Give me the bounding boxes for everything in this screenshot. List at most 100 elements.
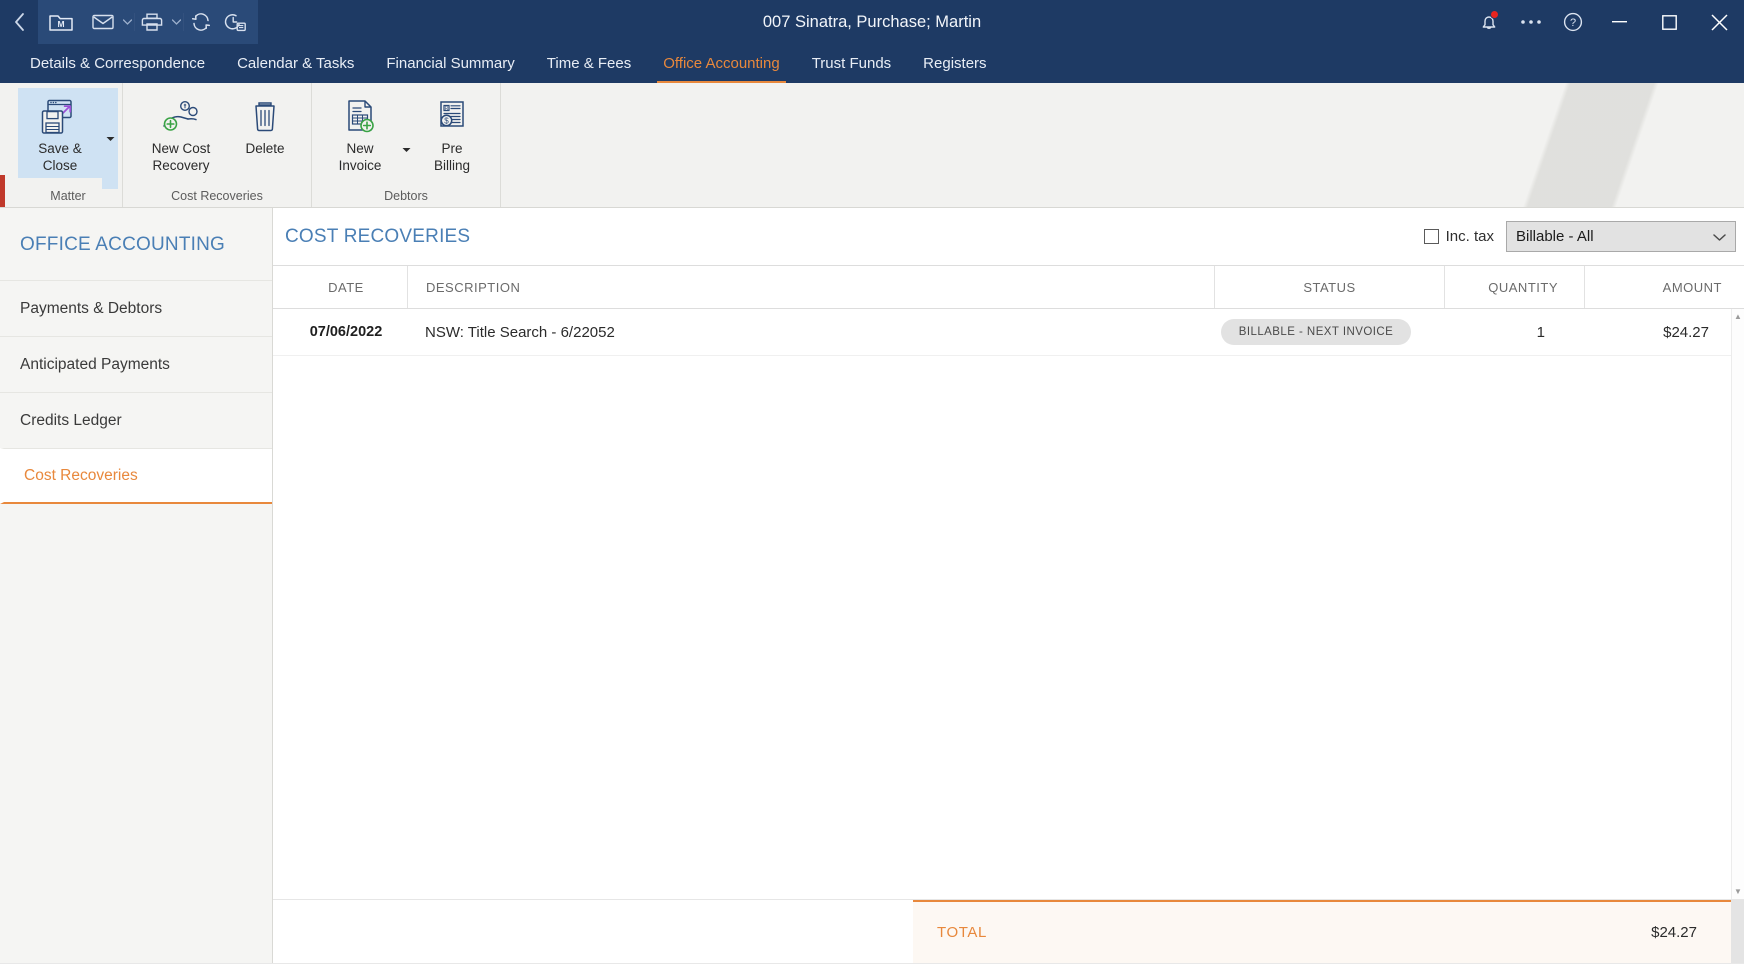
sidebar: OFFICE ACCOUNTING Payments & Debtors Ant… (0, 208, 273, 963)
sidebar-item-label: Payments & Debtors (20, 299, 163, 317)
bell-icon[interactable] (1468, 0, 1510, 44)
cell-amount: $24.27 (1663, 323, 1709, 341)
pre-billing-label-line1: Pre (441, 141, 463, 156)
sidebar-item-credits-ledger[interactable]: Credits Ledger (0, 392, 272, 448)
tab-details-correspondence[interactable]: Details & Correspondence (14, 44, 221, 83)
scroll-down-arrow-icon[interactable]: ▼ (1734, 887, 1742, 896)
title-bar-icon-bar (84, 0, 258, 44)
footer-scroll-rail (1731, 900, 1744, 963)
trash-icon (248, 94, 282, 140)
table-body: 07/06/2022 NSW: Title Search - 6/22052 B… (273, 309, 1744, 899)
table-footer: TOTAL $24.27 (273, 899, 1744, 963)
tab-label: Trust Funds (811, 55, 892, 72)
tab-label: Financial Summary (386, 55, 515, 72)
matter-folder-icon[interactable]: M (38, 0, 84, 44)
column-header-quantity[interactable]: QUANTITY (1444, 266, 1584, 308)
column-header-date[interactable]: DATE (285, 266, 407, 308)
new-invoice-icon (340, 94, 380, 140)
billable-filter-value: Billable - All (1516, 228, 1594, 245)
pre-billing-button[interactable]: R $ Pre Billing (414, 88, 490, 178)
cell-date: 07/06/2022 (309, 324, 383, 340)
main-header: COST RECOVERIES Inc. tax Billable - All (273, 208, 1744, 265)
pre-billing-label-line2: Billing (433, 157, 471, 173)
tab-trust-funds[interactable]: Trust Funds (796, 44, 907, 83)
main-panel: COST RECOVERIES Inc. tax Billable - All … (273, 208, 1744, 963)
tab-label: Details & Correspondence (30, 55, 206, 72)
clock-history-icon[interactable] (218, 0, 252, 44)
tab-calendar-tasks[interactable]: Calendar & Tasks (221, 44, 370, 83)
scroll-up-arrow-icon[interactable]: ▲ (1734, 312, 1742, 321)
new-cost-recovery-button[interactable]: New Cost Recovery (133, 88, 229, 178)
delete-button[interactable]: Delete (229, 88, 301, 161)
checkbox-box[interactable] (1423, 229, 1439, 244)
new-cost-recovery-icon (158, 94, 204, 140)
column-header-status[interactable]: STATUS (1214, 266, 1444, 308)
ribbon-toolbar: Save & Close Matter New Cost Recovery De… (0, 83, 1744, 208)
svg-text:R: R (445, 106, 449, 112)
main-tab-bar: Details & Correspondence Calendar & Task… (0, 44, 1744, 83)
table-header-row: DATE DESCRIPTION STATUS QUANTITY AMOUNT (273, 265, 1744, 309)
cell-status: BILLABLE - NEXT INVOICE (1201, 309, 1431, 355)
sidebar-item-label: Cost Recoveries (24, 466, 138, 484)
sidebar-item-cost-recoveries[interactable]: Cost Recoveries (0, 448, 272, 504)
maximize-button[interactable] (1644, 0, 1694, 44)
back-button[interactable] (0, 0, 38, 44)
new-cost-recovery-label-line2: Recovery (152, 157, 210, 173)
tab-label: Calendar & Tasks (237, 55, 355, 72)
title-bar-right-tools: ? (1468, 0, 1744, 44)
tab-time-fees[interactable]: Time & Fees (531, 44, 647, 83)
envelope-icon[interactable] (86, 0, 120, 44)
chevron-down-icon (1713, 228, 1726, 245)
sidebar-title: OFFICE ACCOUNTING (20, 234, 226, 255)
vertical-scrollbar[interactable]: ▲ ▼ (1731, 309, 1744, 899)
close-button[interactable] (1694, 0, 1744, 44)
status-badge: BILLABLE - NEXT INVOICE (1220, 319, 1412, 345)
content-body: OFFICE ACCOUNTING Payments & Debtors Ant… (0, 208, 1744, 963)
title-bar: M 007 Sinatra, Purchase; Martin ? (0, 0, 1744, 44)
refresh-icon[interactable] (184, 0, 218, 44)
save-and-close-label-line2: Close (42, 157, 78, 173)
ribbon-group-debtors: New Invoice R $ Pre Billing Debtors (312, 83, 501, 207)
new-invoice-label-line2: Invoice (338, 157, 382, 173)
new-invoice-label-line1: New (346, 141, 374, 156)
tab-financial-summary[interactable]: Financial Summary (370, 44, 530, 83)
column-header-amount[interactable]: AMOUNT (1584, 266, 1744, 308)
save-and-close-button[interactable]: Save & Close (18, 88, 102, 178)
ribbon-group-label-debtors: Debtors (384, 189, 428, 203)
page-title: COST RECOVERIES (285, 225, 471, 247)
sidebar-item-anticipated-payments[interactable]: Anticipated Payments (0, 336, 272, 392)
unsaved-indicator (0, 175, 5, 207)
cell-quantity: 1 (1536, 323, 1545, 341)
tab-office-accounting[interactable]: Office Accounting (647, 44, 795, 83)
main-header-controls: Inc. tax Billable - All (1423, 221, 1736, 252)
minimize-button[interactable] (1594, 0, 1644, 44)
total-row: TOTAL $24.27 (913, 900, 1731, 963)
ribbon-group-cost-recoveries: New Cost Recovery Delete Cost Recoveries (123, 83, 312, 207)
table-row[interactable]: 07/06/2022 NSW: Title Search - 6/22052 B… (273, 309, 1744, 356)
sidebar-item-label: Anticipated Payments (20, 355, 170, 373)
billable-filter-select[interactable]: Billable - All (1506, 221, 1736, 252)
tab-label: Time & Fees (546, 55, 632, 72)
tab-label: Office Accounting (663, 55, 780, 72)
inc-tax-checkbox[interactable]: Inc. tax (1423, 228, 1494, 245)
total-label: TOTAL (937, 924, 987, 941)
tab-registers[interactable]: Registers (907, 44, 1002, 83)
help-circle-icon[interactable]: ? (1552, 0, 1594, 44)
sidebar-item-label: Credits Ledger (20, 411, 122, 429)
ribbon-group-label-matter: Matter (50, 189, 86, 203)
save-and-close-dropdown-caret[interactable] (102, 88, 118, 189)
svg-text:?: ? (1570, 17, 1576, 29)
new-invoice-button[interactable]: New Invoice (322, 88, 398, 178)
cost-recoveries-table: DATE DESCRIPTION STATUS QUANTITY AMOUNT … (273, 265, 1744, 899)
printer-icon[interactable] (135, 0, 169, 44)
title-bar-left-tools: M (0, 0, 258, 44)
printer-dropdown-caret[interactable] (169, 0, 183, 44)
envelope-dropdown-caret[interactable] (120, 0, 134, 44)
footer-spacer (273, 900, 913, 963)
sidebar-item-payments-debtors[interactable]: Payments & Debtors (0, 280, 272, 336)
new-invoice-dropdown-caret[interactable] (398, 125, 414, 153)
ellipsis-icon[interactable] (1510, 0, 1552, 44)
ribbon-empty-area (501, 83, 1744, 207)
ribbon-group-matter: Save & Close Matter (14, 83, 123, 207)
column-header-description[interactable]: DESCRIPTION (407, 266, 1214, 308)
